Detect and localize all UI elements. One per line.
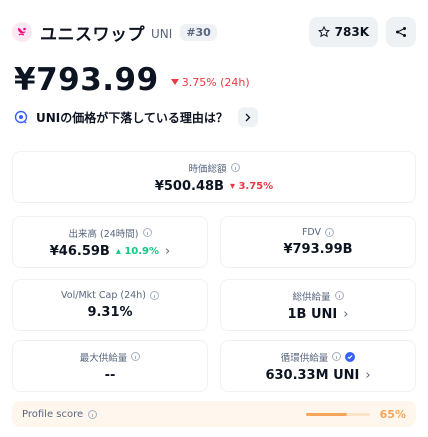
fdv-label: FDV xyxy=(301,227,322,238)
market-cap-change: ▾ 3.75% xyxy=(229,180,274,192)
market-cap-change-value: 3.75% xyxy=(238,180,274,192)
current-price: ¥793.99 xyxy=(14,62,159,98)
vol-mkt-cap-value: 9.31% xyxy=(87,305,133,320)
volume-change: ▴ 10.9% xyxy=(115,245,160,257)
share-button[interactable] xyxy=(386,17,416,47)
ask-why-price-drop-link[interactable]: UNIの価格が下落している理由は？ xyxy=(14,107,258,127)
market-cap-value: ¥500.48B xyxy=(154,178,224,194)
coin-name: ユニスワップ xyxy=(40,24,145,45)
profile-score-value: 65% xyxy=(379,407,406,421)
vol-mkt-cap-card: Vol/Mkt Cap (24h) 9.31% xyxy=(12,279,208,331)
profile-score-label: Profile score xyxy=(22,408,84,420)
fdv-value: ¥793.99B xyxy=(283,242,353,257)
market-cap-card: 時価総額 ¥500.48B ▾ 3.75% xyxy=(12,151,416,203)
info-icon[interactable] xyxy=(230,163,240,172)
chevron-right-icon: › xyxy=(165,243,171,259)
price-change: 3.75% (24h) xyxy=(170,75,250,89)
star-icon xyxy=(317,26,330,38)
vol-mkt-cap-label: Vol/Mkt Cap (24h) xyxy=(61,290,146,301)
fdv-card: FDV ¥793.99B xyxy=(220,216,416,268)
volume-label: 出来高 (24時間) xyxy=(68,228,139,240)
total-supply-label: 総供給量 xyxy=(292,291,331,303)
info-icon[interactable] xyxy=(142,228,152,237)
chevron-right-icon: › xyxy=(365,367,371,383)
rank-badge: #30 xyxy=(180,23,217,41)
volume-card[interactable]: 出来高 (24時間) ¥46.59B ▴ 10.9% › xyxy=(12,216,208,268)
ai-chat-icon xyxy=(14,110,28,124)
ask-question-text: UNIの価格が下落している理由は？ xyxy=(36,110,228,125)
info-icon[interactable] xyxy=(149,291,159,300)
circulating-supply-value: 630.33M UNI xyxy=(265,367,360,383)
volume-change-value: 10.9% xyxy=(124,245,160,257)
profile-score-bar[interactable]: Profile score 65% xyxy=(12,401,416,427)
profile-score-progress xyxy=(305,412,370,416)
circulating-supply-label: 循環供給量 xyxy=(280,352,329,364)
total-supply-value: 1B UNI xyxy=(287,306,338,322)
market-cap-label: 時価総額 xyxy=(188,163,227,175)
chevron-right-icon xyxy=(237,107,258,127)
share-icon xyxy=(396,27,406,37)
info-icon[interactable] xyxy=(332,352,342,361)
caret-down-icon xyxy=(170,79,179,85)
info-icon[interactable] xyxy=(334,291,344,300)
uniswap-logo-icon xyxy=(12,22,32,42)
coin-header: ユニスワップ UNI #30 783K xyxy=(12,17,416,47)
chevron-right-icon: › xyxy=(343,306,349,322)
max-supply-value: -- xyxy=(104,367,116,383)
watchlist-button[interactable]: 783K xyxy=(308,17,378,47)
watchlist-count: 783K xyxy=(334,25,369,39)
coin-symbol: UNI xyxy=(151,26,173,41)
verified-check-icon xyxy=(345,351,356,362)
info-icon[interactable] xyxy=(131,352,141,361)
price-row: ¥793.99 3.75% (24h) xyxy=(14,62,250,98)
profile-score-fill xyxy=(305,412,348,416)
price-change-value: 3.75% (24h) xyxy=(181,75,250,89)
total-supply-card[interactable]: 総供給量 1B UNI › xyxy=(220,279,416,331)
info-icon[interactable] xyxy=(325,228,335,237)
info-icon[interactable] xyxy=(88,409,98,419)
volume-value: ¥46.59B xyxy=(49,243,110,259)
max-supply-card: 最大供給量 -- xyxy=(12,340,208,392)
circulating-supply-card[interactable]: 循環供給量 630.33M UNI › xyxy=(220,340,416,392)
max-supply-label: 最大供給量 xyxy=(79,352,128,364)
